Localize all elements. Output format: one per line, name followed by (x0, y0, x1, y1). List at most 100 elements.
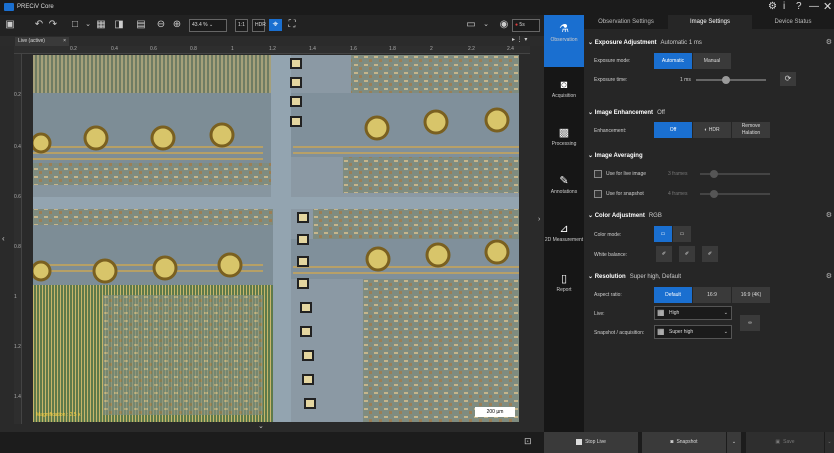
aspect-16-9-button[interactable]: 16:9 (693, 287, 731, 303)
hdr-icon: ◐ (704, 127, 708, 133)
nav-report[interactable]: ▯ Report (544, 265, 584, 309)
minimize-icon[interactable]: — (809, 1, 819, 12)
undo-icon[interactable]: ↶ (34, 19, 44, 31)
settings-icon[interactable]: ⚙ (768, 1, 777, 12)
nav-annotations[interactable]: ✎ Annotations (544, 167, 584, 211)
resolution-gear-icon[interactable]: ⚙ (826, 272, 832, 280)
aspect-default-button[interactable]: Default (654, 287, 692, 303)
notification-icon[interactable]: ⊡ (524, 436, 532, 447)
pencil-icon: ✎ (559, 175, 569, 187)
chevron-down-icon[interactable]: ⌄ (84, 19, 92, 31)
nav-processing[interactable]: ▩ Processing (544, 119, 584, 163)
close-icon[interactable]: ✕ (823, 0, 832, 13)
enhancement-hdr-button[interactable]: ◐ HDR (693, 122, 731, 138)
camera-icon: ◙ (670, 439, 674, 445)
image-tab-live[interactable]: Live (active) × (15, 37, 69, 46)
zoom-in-icon[interactable]: ⊕ (172, 19, 182, 31)
expand-panel-icon[interactable]: › (538, 216, 540, 223)
save-options-button[interactable]: ⌄ (825, 432, 834, 453)
exposure-time-knob[interactable] (722, 76, 730, 84)
aspect-16-9-4k-button[interactable]: 16:9 (4K) (732, 287, 770, 303)
color-gear-icon[interactable]: ⚙ (826, 211, 832, 219)
tab-menu-icon[interactable]: ▸ ⋮ ▾ (512, 36, 527, 43)
chevron-down-icon: ⌄ (827, 439, 832, 445)
collapse-left-icon[interactable]: ‹ (2, 234, 5, 243)
ruler-tick: 0.6 (14, 194, 21, 200)
color-mode-label: Color mode: (594, 232, 622, 238)
enhancement-header[interactable]: ⌄ Image Enhancement Off (588, 107, 665, 119)
snapshot-resolution-select[interactable]: ▦ Super high ⌄ (654, 325, 732, 339)
compare-view-icon[interactable]: ◨ (114, 19, 124, 31)
resolution-header[interactable]: ⌄ Resolution Super high, Default (588, 271, 681, 283)
eyedropper-icon: ✐ (707, 251, 713, 257)
ruler-tick: 1.2 (14, 344, 21, 350)
nav-2d-measurement[interactable]: ⊿ 2D Measurement (544, 215, 584, 259)
rgb-icon: ▭ (660, 231, 666, 237)
tab-device-status[interactable]: Device Status (752, 15, 834, 29)
stop-live-button[interactable]: Stop Live (544, 432, 638, 453)
microscope-icon: ⚗ (559, 23, 569, 35)
settings-panel: Observation Settings Image Settings Devi… (584, 15, 834, 432)
snapshot-resolution-value: Super high (669, 329, 694, 335)
exposure-time-slider[interactable] (696, 79, 766, 81)
tab-close-icon[interactable]: × (63, 37, 66, 46)
layout-icon[interactable]: ▤ (136, 19, 146, 31)
wb-auto-button[interactable]: ✐ (656, 246, 672, 262)
nav-observation[interactable]: ⚗ Observation (544, 15, 584, 67)
enhancement-summary: Off (657, 110, 665, 116)
snapshot-button[interactable]: ◙ Snapshot (642, 432, 726, 453)
resolution-grid-icon: ▦ (657, 327, 665, 336)
help-icon[interactable]: ? (796, 1, 802, 12)
chevron-down-icon: ⌄ (723, 310, 728, 316)
open-file-icon[interactable]: ▣ (4, 19, 16, 31)
nav-acquisition[interactable]: ◙ Acquisition (544, 71, 584, 115)
live-frames-knob[interactable] (710, 170, 718, 178)
snapshot-frames-knob[interactable] (710, 190, 718, 198)
ruler-tick: 2 (430, 46, 433, 52)
live-averaging-checkbox[interactable] (594, 170, 602, 178)
live-resolution-select[interactable]: ▦ High ⌄ (654, 306, 732, 320)
wb-one-push-button[interactable]: ✐ (679, 246, 695, 262)
expand-bottom-icon[interactable]: ⌄ (258, 422, 264, 430)
live-resolution-value: High (669, 310, 680, 316)
grid-view-icon[interactable]: ▦ (96, 19, 106, 31)
live-source-select[interactable]: ● 5s (512, 19, 540, 32)
link-resolution-button[interactable]: ∞ (740, 315, 760, 331)
color-mode-mono-button[interactable]: ▭ (673, 226, 691, 242)
color-header[interactable]: ⌄ Color Adjustment RGB (588, 210, 662, 222)
exposure-header[interactable]: ⌄ Exposure Adjustment Automatic 1 ms (588, 37, 702, 49)
monitor-icon[interactable]: ▭ (466, 19, 476, 31)
crosshair-icon[interactable]: ⌖ (269, 19, 282, 31)
enhancement-off-button[interactable]: Off (654, 122, 692, 138)
hdr-button[interactable]: HDR (252, 19, 266, 32)
nav-label: Acquisition (551, 93, 577, 99)
auto-exposure-icon[interactable]: ⟳ (780, 72, 796, 86)
snapshot-options-button[interactable]: ⌄ (727, 432, 741, 453)
ruler-tick: 0.4 (111, 46, 118, 52)
chevron-down-icon-2[interactable]: ⌄ (482, 19, 490, 31)
image-viewer[interactable]: 0.2 0.4 0.6 0.8 1 1.2 1.4 1.6 1.8 2 2.2 … (0, 46, 544, 432)
tab-observation-settings[interactable]: Observation Settings (584, 15, 668, 29)
select-tool-icon[interactable]: □ (70, 19, 80, 31)
color-mode-rgb-button[interactable]: ▭ (654, 226, 672, 242)
chevron-down-icon: ⌄ (588, 110, 594, 116)
exposure-manual-button[interactable]: Manual (693, 53, 731, 69)
camera-source-icon[interactable]: ◉ (499, 19, 509, 31)
zoom-out-icon[interactable]: ⊖ (156, 19, 166, 31)
info-icon[interactable]: i (783, 1, 785, 12)
zoom-select[interactable]: 43.4 % ⌄ (189, 19, 227, 32)
remove-halation-button[interactable]: Remove Halation (732, 122, 770, 138)
snapshot-averaging-checkbox[interactable] (594, 190, 602, 198)
averaging-header[interactable]: ⌄ Image Averaging (588, 150, 643, 162)
save-button[interactable]: ▣ Save (746, 432, 824, 453)
fullscreen-icon[interactable]: ⛶ (286, 19, 298, 31)
nav-label: Processing (551, 141, 577, 147)
exposure-automatic-button[interactable]: Automatic (654, 53, 692, 69)
fit-1to1-button[interactable]: 1:1 (235, 19, 248, 32)
tab-image-settings[interactable]: Image Settings (668, 15, 752, 29)
panel-tab-bar: Observation Settings Image Settings Devi… (584, 15, 834, 29)
wb-manual-button[interactable]: ✐ (702, 246, 718, 262)
microscope-image[interactable] (33, 55, 519, 422)
redo-icon[interactable]: ↷ (48, 19, 58, 31)
exposure-gear-icon[interactable]: ⚙ (826, 38, 832, 46)
